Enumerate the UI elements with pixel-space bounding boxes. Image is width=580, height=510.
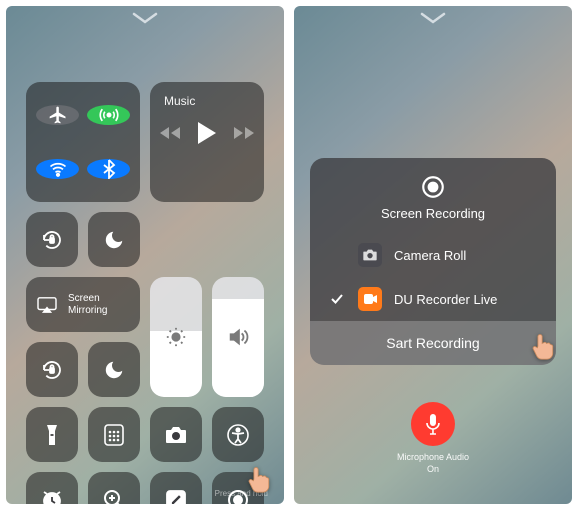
start-recording-label: Sart Recording bbox=[386, 335, 479, 351]
bluetooth-button[interactable] bbox=[87, 159, 130, 179]
du-recorder-icon bbox=[358, 287, 382, 311]
destination-label: Camera Roll bbox=[394, 248, 466, 263]
microphone-label: Microphone Audio bbox=[397, 452, 469, 464]
rotation-lock-2-button[interactable] bbox=[26, 342, 78, 397]
chevron-down-icon[interactable] bbox=[420, 12, 446, 31]
camera-button[interactable] bbox=[150, 407, 202, 462]
volume-icon bbox=[227, 326, 249, 348]
do-not-disturb-button[interactable] bbox=[88, 212, 140, 267]
screen-mirroring-label: Screen Mirroring bbox=[68, 293, 107, 316]
forward-icon[interactable] bbox=[234, 127, 254, 139]
notes-button[interactable] bbox=[150, 472, 202, 504]
screen-mirroring-button[interactable]: Screen Mirroring bbox=[26, 277, 140, 332]
volume-slider[interactable] bbox=[212, 277, 264, 397]
rotation-lock-button[interactable] bbox=[26, 212, 78, 267]
chevron-down-icon[interactable] bbox=[132, 12, 158, 31]
airplane-mode-button[interactable] bbox=[36, 105, 79, 125]
microphone-icon bbox=[411, 402, 455, 446]
destination-camera-roll[interactable]: Camera Roll bbox=[310, 233, 556, 277]
accessibility-button[interactable] bbox=[212, 407, 264, 462]
control-center-panel: Music Screen Mirroring bbox=[6, 6, 284, 504]
music-title: Music bbox=[164, 94, 195, 108]
brightness-icon bbox=[165, 326, 187, 348]
pointer-hand-icon bbox=[242, 462, 276, 496]
start-recording-button[interactable]: Sart Recording bbox=[310, 321, 556, 365]
microphone-toggle[interactable]: Microphone Audio On bbox=[397, 402, 469, 475]
camera-roll-icon bbox=[358, 243, 382, 267]
pointer-hand-icon bbox=[526, 329, 556, 363]
flashlight-button[interactable] bbox=[26, 407, 78, 462]
checkmark-icon bbox=[328, 292, 346, 306]
microphone-state: On bbox=[397, 464, 469, 476]
do-not-disturb-2-button[interactable] bbox=[88, 342, 140, 397]
alarm-button[interactable] bbox=[26, 472, 78, 504]
rewind-icon[interactable] bbox=[160, 127, 180, 139]
magnifier-button[interactable] bbox=[88, 472, 140, 504]
recording-card: Screen Recording Camera Roll DU Recorder… bbox=[310, 158, 556, 365]
destination-label: DU Recorder Live bbox=[394, 292, 497, 307]
connectivity-group bbox=[26, 82, 140, 202]
play-icon[interactable] bbox=[198, 122, 216, 144]
wifi-button[interactable] bbox=[36, 159, 79, 179]
calculator-button[interactable] bbox=[88, 407, 140, 462]
airplay-icon bbox=[36, 296, 58, 314]
record-icon bbox=[420, 174, 446, 200]
screen-recording-panel: Screen Recording Camera Roll DU Recorder… bbox=[294, 6, 572, 504]
destination-du-recorder[interactable]: DU Recorder Live bbox=[310, 277, 556, 321]
brightness-slider[interactable] bbox=[150, 277, 202, 397]
cellular-data-button[interactable] bbox=[87, 105, 130, 125]
music-widget[interactable]: Music bbox=[150, 82, 264, 202]
recording-card-title: Screen Recording bbox=[381, 206, 485, 221]
